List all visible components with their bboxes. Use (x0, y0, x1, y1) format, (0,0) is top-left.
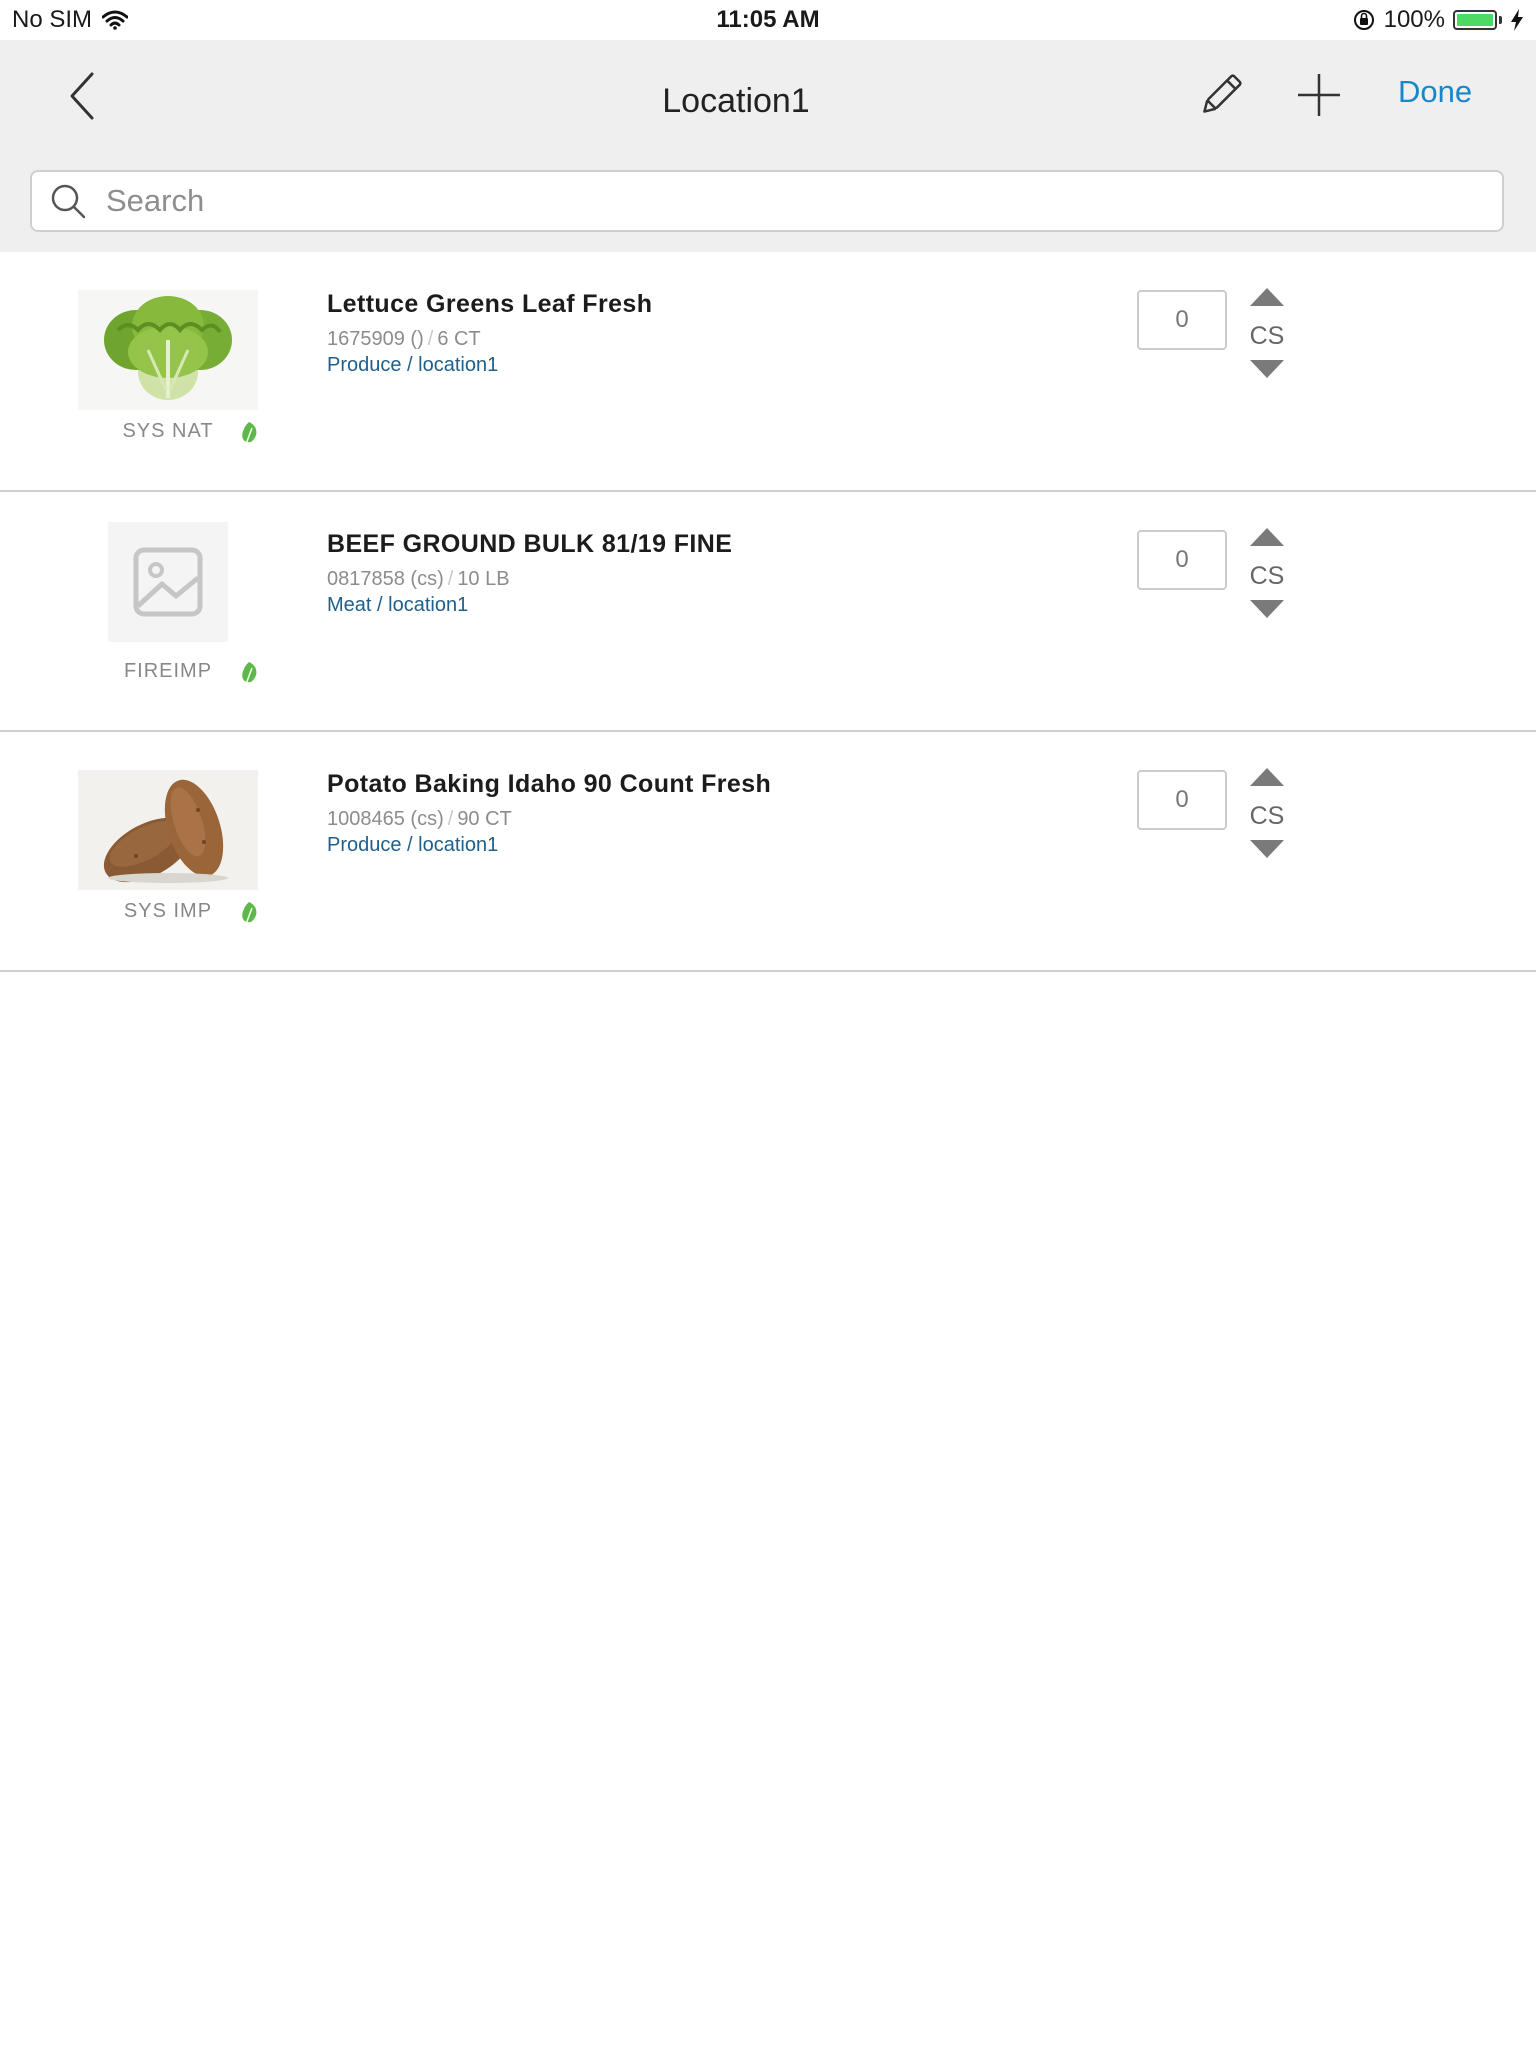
status-bar: No SIM 11:05 AM 100% (0, 0, 1536, 40)
product-pack: 6 CT (437, 328, 481, 350)
potato-image (78, 770, 258, 890)
meta-separator: / (427, 328, 434, 350)
list-item[interactable]: FIREIMP BEEF GROUND BULK 81/19 FINE 0817… (0, 492, 1536, 732)
brand-label: SYS IMP (123, 900, 213, 922)
battery-icon (1453, 10, 1497, 30)
product-category: Produce / location1 (327, 834, 499, 856)
image-placeholder-icon (133, 547, 203, 617)
unit-label: CS (1249, 562, 1285, 590)
quantity-input[interactable]: 0 (1137, 290, 1227, 350)
navigation-bar: Location1 Done (0, 40, 1536, 252)
product-code: 1008465 (cs) (327, 808, 444, 830)
product-pack: 90 CT (457, 808, 512, 830)
edit-button[interactable] (1196, 68, 1244, 124)
battery-level (1457, 14, 1493, 26)
status-right: 100% (1352, 6, 1524, 34)
product-name: BEEF GROUND BULK 81/19 FINE (327, 530, 733, 558)
product-meta: 1008465 (cs)/90 CT (327, 808, 512, 831)
unit-label: CS (1249, 802, 1285, 830)
product-name: Potato Baking Idaho 90 Count Fresh (327, 770, 772, 798)
decrement-arrow-icon[interactable] (1248, 358, 1286, 380)
product-image (78, 770, 258, 890)
quantity-input[interactable]: 0 (1137, 530, 1227, 590)
pencil-icon (1203, 74, 1242, 113)
increment-arrow-icon[interactable] (1248, 766, 1286, 788)
increment-arrow-icon[interactable] (1248, 526, 1286, 548)
add-button[interactable] (1296, 70, 1342, 120)
list-item[interactable]: SYS IMP Potato Baking Idaho 90 Count Fre… (0, 732, 1536, 972)
list-item[interactable]: SYS NAT Lettuce Greens Leaf Fresh 167590… (0, 252, 1536, 492)
leaf-icon (242, 902, 257, 925)
brand-label: FIREIMP (123, 660, 213, 682)
decrement-arrow-icon[interactable] (1248, 598, 1286, 620)
search-input[interactable] (104, 182, 1468, 220)
battery-percent: 100% (1383, 6, 1445, 33)
unit-label: CS (1249, 322, 1285, 350)
leaf-icon (242, 662, 257, 685)
product-meta: 1675909 ()/6 CT (327, 328, 481, 351)
charging-bolt-icon (1511, 9, 1523, 31)
product-category: Produce / location1 (327, 354, 499, 376)
brand-label: SYS NAT (122, 420, 214, 442)
product-meta: 0817858 (cs)/10 LB (327, 568, 510, 591)
decrement-arrow-icon[interactable] (1248, 838, 1286, 860)
clock: 11:05 AM (716, 6, 820, 33)
meta-separator: / (447, 808, 454, 830)
product-category: Meat / location1 (327, 594, 469, 616)
product-image-placeholder (108, 522, 228, 642)
quantity-input[interactable]: 0 (1137, 770, 1227, 830)
search-bar[interactable] (30, 170, 1504, 232)
lettuce-image (78, 290, 258, 410)
product-code: 0817858 (cs) (327, 568, 444, 590)
item-list: SYS NAT Lettuce Greens Leaf Fresh 167590… (0, 252, 1536, 972)
product-name: Lettuce Greens Leaf Fresh (327, 290, 653, 318)
product-pack: 10 LB (457, 568, 510, 590)
plus-icon (1298, 74, 1340, 116)
product-code: 1675909 () (327, 328, 424, 350)
done-button[interactable]: Done (1398, 74, 1472, 110)
product-image (78, 290, 258, 410)
orientation-lock-icon (1353, 10, 1374, 30)
leaf-icon (242, 422, 257, 445)
meta-separator: / (447, 568, 454, 590)
page-title: Location1 (662, 82, 810, 120)
battery-cap (1499, 16, 1502, 24)
increment-arrow-icon[interactable] (1248, 286, 1286, 308)
search-icon (51, 184, 86, 219)
